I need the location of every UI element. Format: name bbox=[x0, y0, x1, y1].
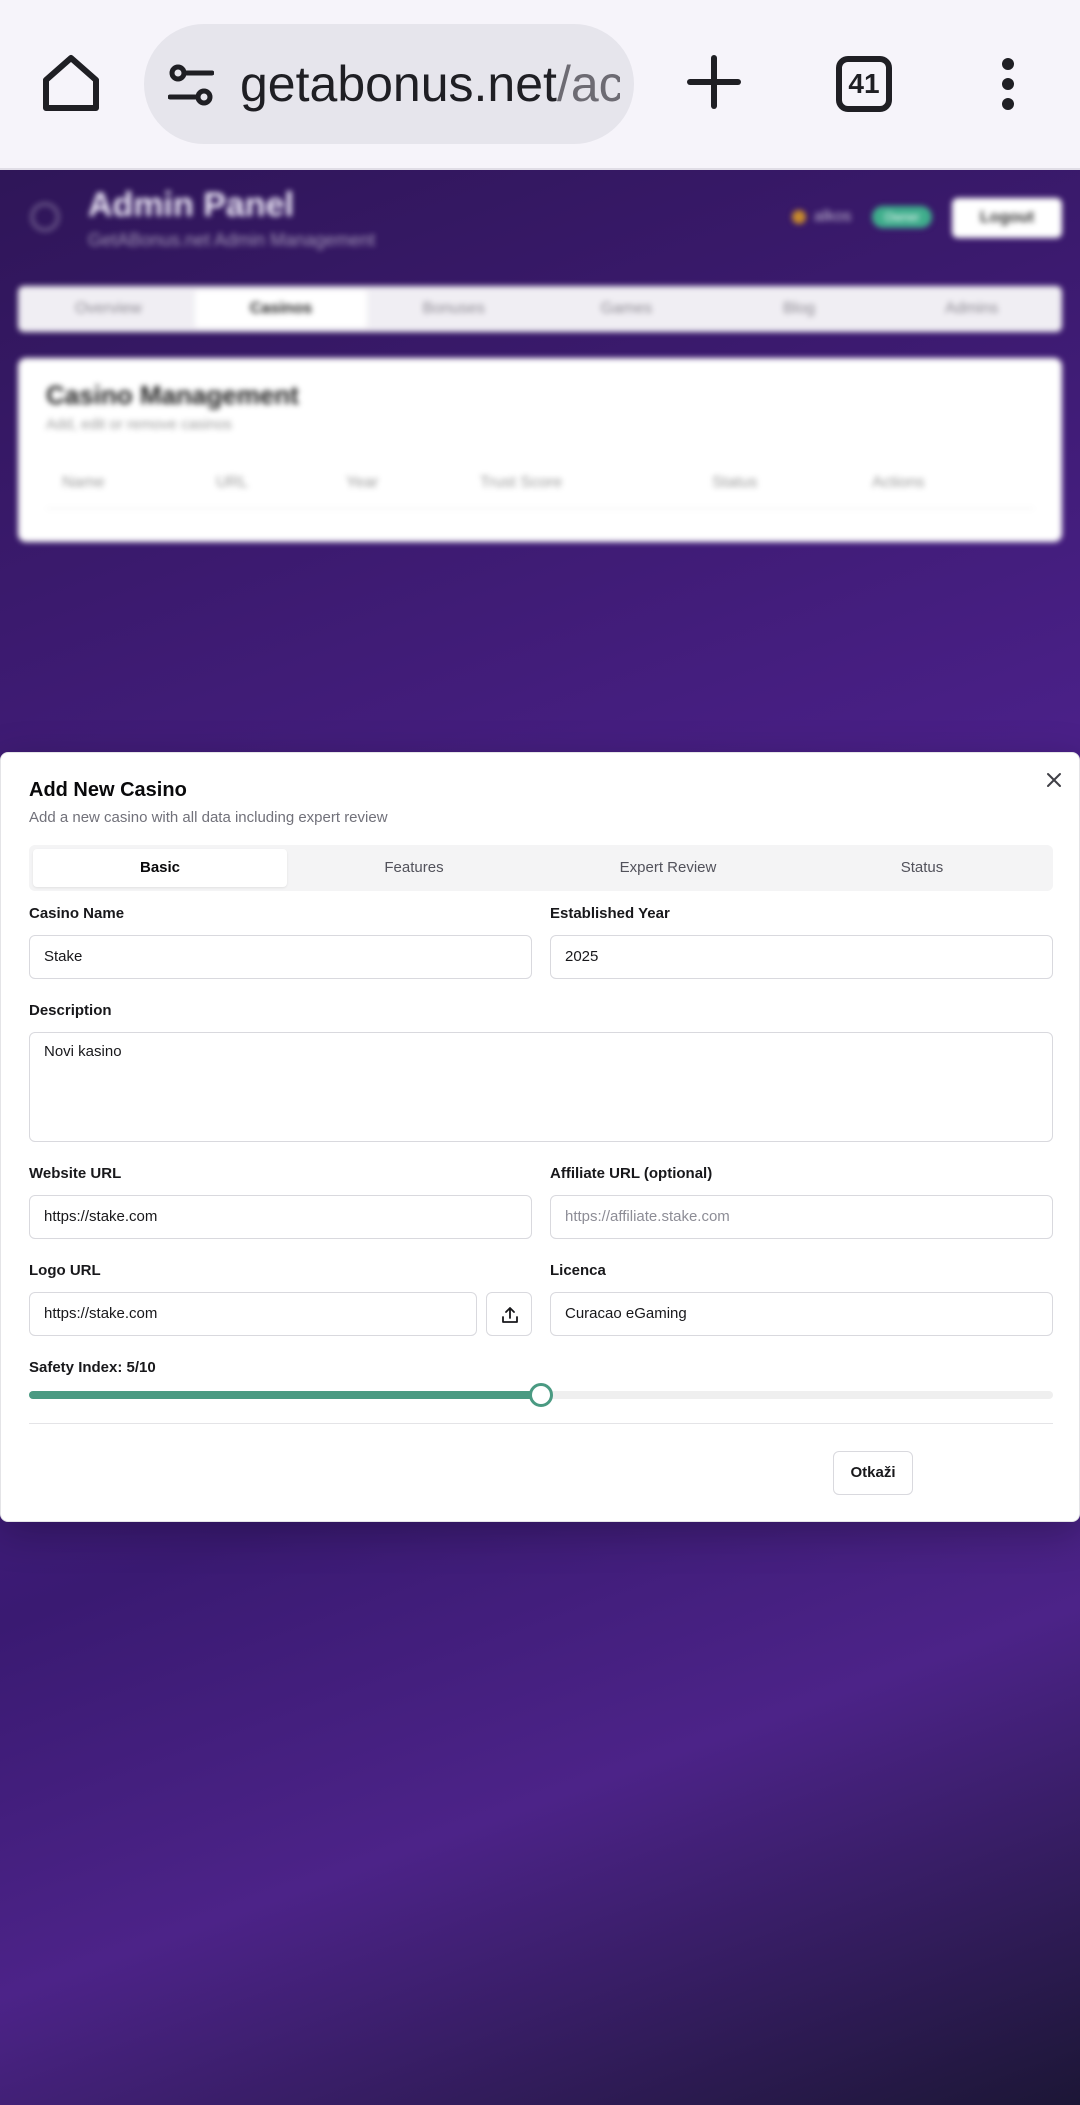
tab-features[interactable]: Features bbox=[287, 849, 541, 887]
add-casino-dialog: Add New Casino Add a new casino with all… bbox=[0, 752, 1080, 1522]
cancel-button[interactable]: Otkaži bbox=[833, 1451, 913, 1495]
role-badge: Owner bbox=[872, 206, 932, 228]
column-header: Status bbox=[712, 474, 758, 491]
description-textarea[interactable]: Novi kasino bbox=[29, 1032, 1053, 1142]
gear-icon bbox=[30, 202, 60, 232]
nav-tab-blog: Blog bbox=[783, 300, 816, 317]
card-subtitle: Add, edit or remove casinos bbox=[46, 416, 232, 433]
description-label: Description bbox=[29, 1002, 112, 1019]
upload-logo-button[interactable] bbox=[486, 1292, 532, 1336]
nav-tab-games: Games bbox=[600, 300, 653, 317]
divider bbox=[46, 508, 1034, 509]
safety-index-label: Safety Index: 5/10 bbox=[29, 1359, 156, 1376]
page-subtitle: GetABonus.net Admin Management bbox=[88, 230, 376, 250]
dialog-title: Add New Casino bbox=[29, 779, 187, 801]
home-icon[interactable] bbox=[40, 52, 102, 114]
licence-input[interactable]: Curacao eGaming bbox=[550, 1292, 1053, 1336]
column-header: Year bbox=[346, 474, 379, 491]
affiliate-url-label: Affiliate URL (optional) bbox=[550, 1165, 713, 1182]
licence-label: Licenca bbox=[550, 1262, 606, 1279]
user-icon bbox=[792, 210, 806, 224]
url-host: getabonus.net bbox=[240, 56, 557, 112]
new-tab-plus-icon[interactable] bbox=[686, 54, 742, 110]
address-bar[interactable]: getabonus.net/ac bbox=[144, 24, 634, 144]
column-header: Trust Score bbox=[480, 474, 563, 491]
tab-switcher-icon[interactable]: 41 bbox=[836, 56, 892, 112]
browser-toolbar: getabonus.net/ac 41 bbox=[0, 0, 1080, 170]
background-admin-panel: Admin Panel GetABonus.net Admin Manageme… bbox=[0, 172, 1080, 592]
safety-index-slider[interactable] bbox=[29, 1383, 1053, 1407]
url-path: /ac bbox=[556, 56, 620, 112]
close-icon[interactable] bbox=[1045, 771, 1063, 789]
established-year-label: Established Year bbox=[550, 905, 670, 922]
logo-url-label: Logo URL bbox=[29, 1262, 101, 1279]
slider-fill bbox=[29, 1391, 541, 1399]
dialog-description: Add a new casino with all data including… bbox=[29, 809, 388, 826]
nav-tab-bonuses: Bonuses bbox=[422, 300, 485, 317]
tab-basic[interactable]: Basic bbox=[33, 849, 287, 887]
logout-button: Logout bbox=[952, 198, 1062, 238]
divider bbox=[29, 1423, 1053, 1424]
column-header: URL bbox=[216, 474, 249, 491]
table-header: Name URL Year Trust Score Status Actions bbox=[62, 474, 1022, 492]
casino-management-card: Casino Management Add, edit or remove ca… bbox=[18, 358, 1062, 542]
column-header: Name bbox=[62, 474, 105, 491]
more-menu-icon[interactable] bbox=[996, 56, 1020, 112]
casino-name-input[interactable]: Stake bbox=[29, 935, 532, 979]
site-settings-icon[interactable] bbox=[168, 62, 214, 108]
nav-tab-overview: Overview bbox=[74, 300, 142, 317]
tab-expert-review[interactable]: Expert Review bbox=[541, 849, 795, 887]
user-name: alkos bbox=[814, 208, 852, 225]
tab-status[interactable]: Status bbox=[795, 849, 1049, 887]
column-header: Actions bbox=[872, 474, 925, 491]
dialog-tabs: Basic Features Expert Review Status bbox=[29, 845, 1053, 891]
slider-thumb[interactable] bbox=[529, 1383, 553, 1407]
admin-nav: Overview Casinos Bonuses Games Blog Admi… bbox=[18, 286, 1062, 332]
established-year-input[interactable]: 2025 bbox=[550, 935, 1053, 979]
casino-name-label: Casino Name bbox=[29, 905, 125, 922]
url-text[interactable]: getabonus.net/ac bbox=[240, 54, 620, 114]
nav-tab-casinos: Casinos bbox=[194, 290, 368, 328]
page-title: Admin Panel bbox=[88, 186, 294, 224]
nav-tab-admins: Admins bbox=[945, 300, 999, 317]
affiliate-url-input[interactable]: https://affiliate.stake.com bbox=[550, 1195, 1053, 1239]
website-url-label: Website URL bbox=[29, 1165, 122, 1182]
logo-url-input[interactable]: https://stake.com bbox=[29, 1292, 477, 1336]
upload-icon bbox=[502, 1307, 518, 1323]
card-title: Casino Management bbox=[46, 380, 299, 410]
website-url-input[interactable]: https://stake.com bbox=[29, 1195, 532, 1239]
